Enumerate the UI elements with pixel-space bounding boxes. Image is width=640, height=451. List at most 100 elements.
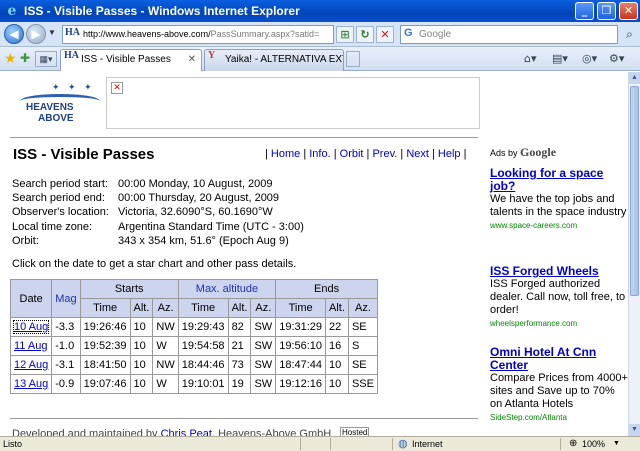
ad-title[interactable]: Omni Hotel At Cnn Center (490, 346, 628, 372)
col-alt: Alt. (129, 298, 154, 318)
date-cell: 13 Aug (9, 374, 53, 394)
add-favorite-icon[interactable]: ✚ (20, 51, 30, 65)
compatibility-icon[interactable]: ⊞ (336, 26, 354, 43)
status-bar: Listo ◍ Internet ⊕ 100% ▼ (0, 436, 640, 451)
tools-icon[interactable]: ◎▾ (582, 51, 597, 67)
ad-url[interactable]: wheelsperformance.com (490, 317, 628, 330)
url-input[interactable]: HA http://www.heavens-above.com/PassSumm… (62, 25, 334, 44)
scroll-down-icon[interactable]: ▼ (629, 424, 640, 436)
security-zone[interactable]: Internet (412, 437, 443, 451)
col-alt: Alt. (325, 298, 349, 318)
info-label: Local time zone: (12, 220, 93, 233)
ad-title[interactable]: ISS Forged Wheels (490, 265, 628, 278)
mag-cell: -3.1 (51, 355, 81, 375)
info-value: Victoria, 32.6090°S, 60.1690°W (118, 206, 273, 219)
ad-url[interactable]: SideStep.com/Atlanta (490, 411, 628, 424)
max-alt-cell: 82 (227, 317, 252, 337)
table-row: 13 Aug -0.9 19:07:46 10 W 19:10:01 19 SW… (9, 374, 378, 394)
link-home[interactable]: Home (271, 148, 300, 160)
scroll-thumb[interactable] (630, 86, 639, 296)
footer-author-link[interactable]: Chris Peat (161, 428, 212, 436)
status-text: Listo (3, 439, 23, 449)
ad-item[interactable]: ISS Forged Wheels ISS Forged authorized … (490, 265, 628, 330)
end-alt-cell: 22 (325, 317, 349, 337)
end-az-cell: SSE (347, 374, 378, 394)
search-button[interactable]: ⌕ (621, 25, 638, 44)
history-dropdown-icon[interactable]: ▼ (48, 28, 56, 37)
end-az-cell: SE (347, 317, 378, 337)
favorites-star-icon[interactable]: ★ (4, 50, 17, 67)
heavens-above-logo[interactable]: ✦ ✦ ✦ HEAVENS ABOVE (12, 80, 104, 130)
zoom-level[interactable]: 100% (582, 437, 605, 451)
start-alt-cell: 10 (129, 317, 154, 337)
link-orbit[interactable]: Orbit (340, 148, 364, 160)
stop-icon[interactable]: ✕ (376, 26, 394, 43)
settings-gear-icon[interactable]: ⚙▾ (609, 51, 624, 67)
footer: Developed and maintained by Chris Peat, … (12, 428, 331, 436)
date-cell: 11 Aug (9, 336, 53, 356)
ad-body: We have the top jobs and talents in the … (490, 193, 627, 218)
start-time-cell: 18:41:50 (79, 355, 131, 375)
info-label: Search period end: (12, 192, 105, 205)
max-az-cell: SW (250, 355, 277, 375)
address-toolbar: ◀ ▶ ▼ HA http://www.heavens-above.com/Pa… (0, 22, 640, 47)
ad-url[interactable]: www.space-careers.com (490, 219, 628, 232)
back-button[interactable]: ◀ (4, 24, 24, 44)
end-time-cell: 19:12:16 (275, 374, 327, 394)
start-alt-cell: 10 (129, 355, 154, 375)
table-row: 10 Aug -3.3 19:26:46 10 NW 19:29:43 82 S… (9, 317, 378, 337)
tab-yaika[interactable]: Y Yaika! - ALTERNATIVA EXTR... (204, 49, 344, 71)
tab-bar: ★ ✚ ▦▾ HA ISS - Visible Passes ✕ Y Yaika… (0, 47, 640, 71)
hosted-badge[interactable]: Hosted (340, 427, 370, 436)
ad-item[interactable]: Looking for a space job? We have the top… (490, 167, 628, 232)
table-header-row: Date Mag Starts Max. altitude Ends (9, 279, 378, 318)
vertical-scrollbar[interactable]: ▲ ▼ (628, 72, 640, 436)
tab-label: Yaika! - ALTERNATIVA EXTR... (225, 54, 343, 65)
link-prev[interactable]: Prev. (372, 148, 397, 160)
ad-banner[interactable]: ✕ (106, 77, 480, 129)
forward-button[interactable]: ▶ (26, 24, 46, 44)
date-link[interactable]: 10 Aug (12, 320, 50, 334)
url-host: http://www.heavens-above.com/ (83, 29, 211, 39)
site-favicon-icon: HA (65, 27, 80, 38)
col-az: Az. (250, 298, 277, 318)
col-max-altitude[interactable]: Max. altitude (177, 279, 277, 299)
date-link[interactable]: 11 Aug (14, 340, 47, 352)
zoom-dropdown-icon[interactable]: ▼ (613, 437, 620, 451)
col-az: Az. (347, 298, 378, 318)
start-az-cell: NW (152, 317, 179, 337)
tab-close-icon[interactable]: ✕ (188, 50, 196, 70)
close-window-button[interactable]: ✕ (619, 2, 638, 20)
internet-globe-icon: ◍ (398, 438, 408, 450)
ads-by-google[interactable]: Ads by Google (490, 145, 556, 160)
minimize-button[interactable]: _ (575, 2, 594, 20)
new-tab-button[interactable] (346, 51, 360, 67)
max-alt-cell: 19 (227, 374, 252, 394)
col-date: Date (9, 279, 53, 318)
search-input[interactable]: G Google (400, 25, 618, 44)
col-mag[interactable]: Mag (51, 279, 81, 318)
scroll-up-icon[interactable]: ▲ (629, 72, 640, 84)
date-cell: 10 Aug (9, 317, 53, 337)
link-info[interactable]: Info. (309, 148, 330, 160)
divider (10, 137, 478, 138)
col-time: Time (79, 298, 131, 318)
end-alt-cell: 10 (325, 355, 349, 375)
google-search-icon: G (404, 27, 413, 39)
date-link[interactable]: 12 Aug (14, 359, 48, 371)
max-az-cell: SW (250, 374, 277, 394)
link-help[interactable]: Help (438, 148, 461, 160)
date-link[interactable]: 13 Aug (14, 378, 48, 390)
tab-iss-visible-passes[interactable]: HA ISS - Visible Passes ✕ (60, 49, 202, 71)
ad-title[interactable]: Looking for a space job? (490, 167, 628, 193)
refresh-icon[interactable]: ↻ (356, 26, 374, 43)
maximize-button[interactable]: ❐ (597, 2, 616, 20)
max-az-cell: SW (250, 336, 277, 356)
ad-item[interactable]: Omni Hotel At Cnn Center Compare Prices … (490, 346, 628, 424)
page-menu-icon[interactable]: ▤▾ (552, 51, 568, 67)
home-icon[interactable]: ⌂▾ (524, 51, 537, 67)
start-az-cell: NW (152, 355, 179, 375)
table-row: 11 Aug -1.0 19:52:39 10 W 19:54:58 21 SW… (9, 336, 378, 356)
link-next[interactable]: Next (406, 148, 429, 160)
quick-tabs-icon[interactable]: ▦▾ (35, 51, 57, 67)
